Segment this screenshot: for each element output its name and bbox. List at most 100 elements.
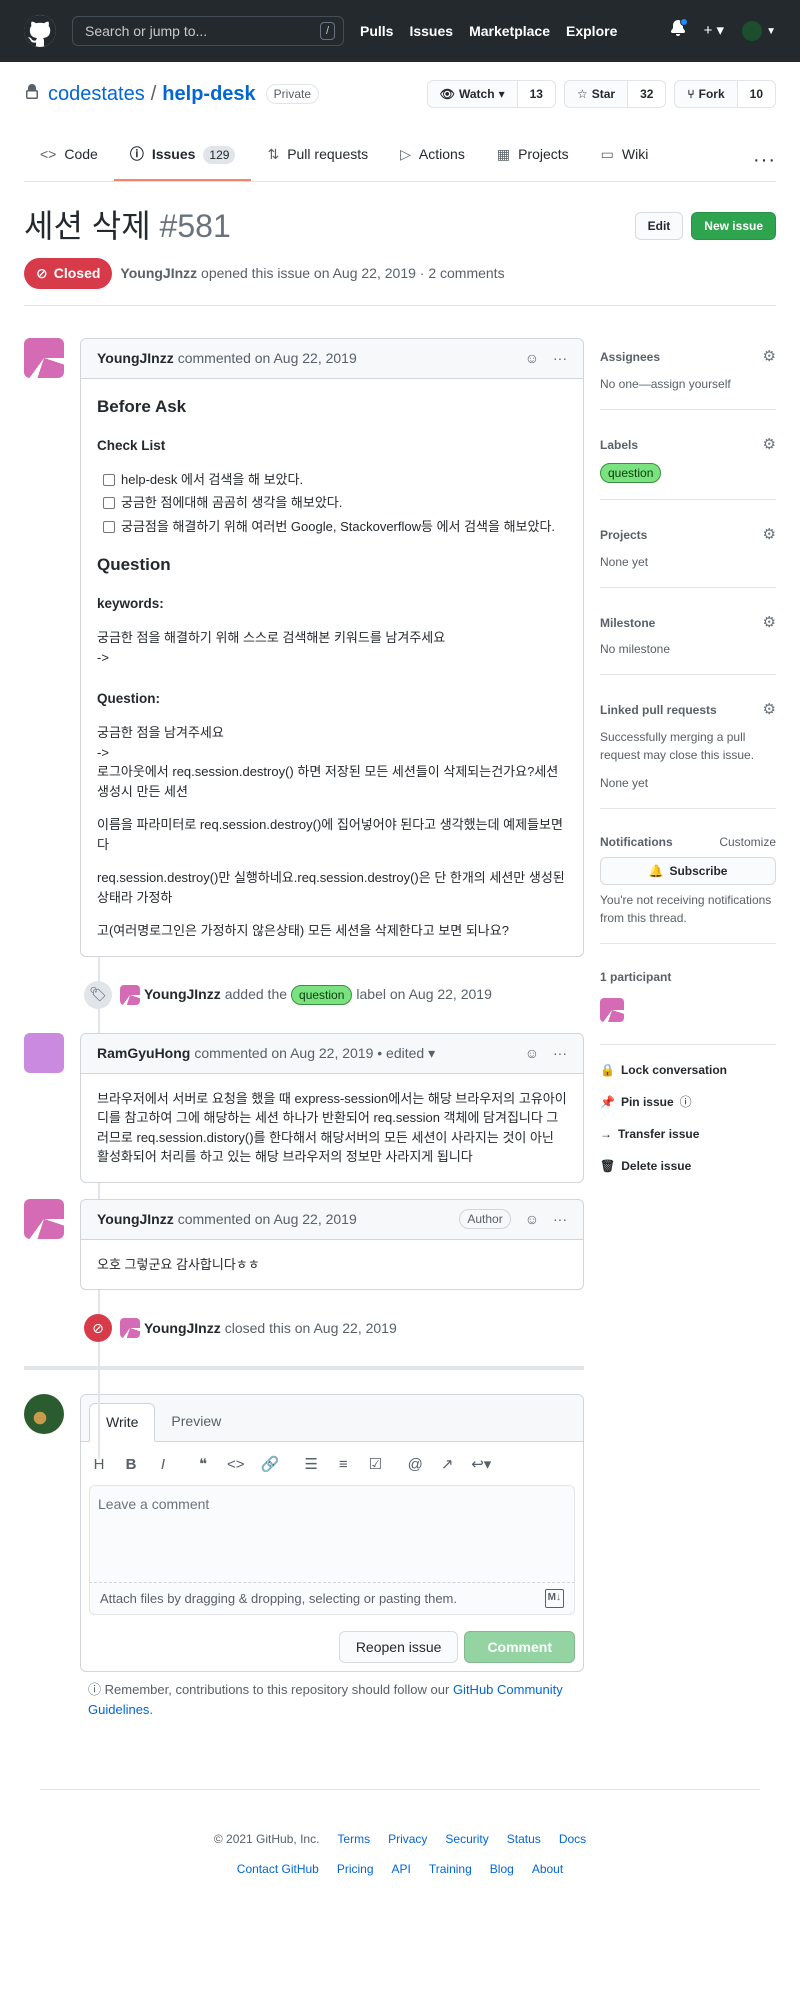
nav-issues[interactable]: Issues: [409, 21, 453, 42]
tab-code[interactable]: <> Code: [24, 144, 114, 181]
footer-link[interactable]: About: [532, 1860, 563, 1878]
avatar[interactable]: [600, 997, 624, 1022]
nav-pulls[interactable]: Pulls: [360, 21, 393, 42]
tab-wiki[interactable]: ▭ Wiki: [585, 144, 665, 181]
italic-icon[interactable]: I: [155, 1454, 171, 1477]
paragraph: 오호 그렇군요 감사합니다ㅎㅎ: [97, 1256, 260, 1272]
issue-author[interactable]: YoungJInzz: [120, 263, 197, 284]
tab-projects[interactable]: ▦ Projects: [481, 144, 585, 181]
gear-icon[interactable]: ⚙: [763, 524, 776, 547]
more-tabs-icon[interactable]: ···: [753, 150, 776, 181]
create-new-dropdown[interactable]: + ▾: [704, 20, 724, 43]
code-icon[interactable]: <>: [227, 1454, 245, 1477]
question-label[interactable]: question: [600, 463, 662, 483]
fork-count[interactable]: 10: [737, 80, 776, 108]
gear-icon[interactable]: ⚙: [763, 699, 776, 722]
avatar[interactable]: [24, 1198, 64, 1239]
tab-issues[interactable]: ⓘ Issues 129: [113, 144, 252, 181]
comment-author[interactable]: RamGyuHong: [97, 1043, 190, 1064]
assign-yourself-link[interactable]: No one—assign yourself: [600, 375, 776, 393]
comment-meta[interactable]: commented on Aug 22, 2019: [178, 348, 357, 369]
tab-actions[interactable]: ▷ Actions: [384, 144, 481, 181]
subscribe-button[interactable]: 🔔 Subscribe: [600, 856, 776, 885]
kebab-icon[interactable]: ···: [553, 1209, 567, 1230]
repo-owner-link[interactable]: codestates: [48, 79, 145, 109]
footer-link[interactable]: Security: [445, 1830, 488, 1848]
comment-author[interactable]: YoungJInzz: [97, 1209, 174, 1230]
gear-icon[interactable]: ⚙: [763, 346, 776, 369]
user-menu[interactable]: ▼: [742, 21, 776, 41]
footer-link[interactable]: Training: [429, 1860, 472, 1878]
checkbox[interactable]: [103, 473, 115, 486]
smiley-icon[interactable]: ☺: [525, 1043, 539, 1064]
reply-icon[interactable]: ↩▾: [471, 1454, 491, 1477]
question-label[interactable]: question: [291, 984, 353, 1005]
footer-link[interactable]: Terms: [337, 1830, 370, 1848]
issue-main: 세션 삭제 #581 Edit New issue ⊘ Closed YoungJ…: [0, 182, 800, 1719]
event-actor[interactable]: YoungJInzz: [144, 1318, 221, 1339]
smiley-icon[interactable]: ☺: [525, 1209, 539, 1230]
smiley-icon[interactable]: ☺: [525, 348, 539, 369]
nav-explore[interactable]: Explore: [566, 21, 617, 42]
github-logo-icon[interactable]: [24, 15, 56, 47]
delete-issue-link[interactable]: 🗑 Delete issue: [600, 1157, 776, 1175]
bold-icon[interactable]: B: [123, 1454, 139, 1477]
info-icon: ⓘ: [88, 1682, 102, 1698]
comment-textarea[interactable]: Leave a comment: [89, 1484, 575, 1583]
comment-author[interactable]: YoungJInzz: [97, 348, 174, 369]
task-list-icon[interactable]: ☑: [367, 1454, 383, 1477]
event-actor[interactable]: YoungJInzz: [144, 984, 221, 1005]
markdown-icon[interactable]: M↓: [544, 1588, 564, 1609]
tab-pull-requests[interactable]: ⇅ Pull requests: [251, 144, 384, 181]
new-issue-button[interactable]: New issue: [691, 212, 776, 240]
reopen-issue-button[interactable]: Reopen issue: [338, 1631, 459, 1664]
sidebar-notifications: Notifications Customize 🔔 Subscribe You're…: [600, 825, 776, 944]
comment-meta[interactable]: commented on Aug 22, 2019: [178, 1209, 357, 1230]
comment-header: YoungJInzz commented on Aug 22, 2019 Aut…: [81, 1199, 583, 1240]
link-icon[interactable]: 🔗: [261, 1454, 280, 1477]
kebab-icon[interactable]: ···: [553, 348, 567, 369]
checkbox[interactable]: [103, 520, 115, 533]
customize-link[interactable]: Customize: [719, 833, 776, 851]
transfer-issue-link[interactable]: → Transfer issue: [600, 1125, 776, 1143]
star-count[interactable]: 32: [628, 80, 667, 108]
pin-issue-link[interactable]: 📌 Pin issue ⓘ: [600, 1093, 776, 1111]
sidebar-heading: Milestone: [600, 615, 656, 630]
lock-conversation-link[interactable]: 🔒 Lock conversation: [600, 1061, 776, 1079]
footer-link[interactable]: Contact GitHub: [237, 1860, 319, 1878]
mention-icon[interactable]: @: [407, 1454, 423, 1477]
footer-link[interactable]: API: [392, 1860, 411, 1878]
avatar[interactable]: [120, 1318, 140, 1339]
comment-meta[interactable]: commented on Aug 22, 2019 • edited ▾: [194, 1043, 435, 1064]
attach-files-bar[interactable]: Attach files by dragging & dropping, sel…: [89, 1582, 575, 1616]
footer-link[interactable]: Status: [507, 1830, 541, 1848]
avatar[interactable]: [24, 1032, 64, 1073]
repo-name-link[interactable]: help-desk: [162, 79, 255, 109]
kebab-icon[interactable]: ···: [553, 1043, 567, 1064]
gear-icon[interactable]: ⚙: [763, 612, 776, 635]
gear-icon[interactable]: ⚙: [763, 434, 776, 457]
star-button[interactable]: ☆ Star: [563, 80, 629, 108]
bell-icon[interactable]: [670, 18, 688, 42]
nav-marketplace[interactable]: Marketplace: [469, 21, 550, 42]
comment-button[interactable]: Comment: [464, 1631, 575, 1664]
fork-button[interactable]: ⑂ Fork: [674, 80, 738, 108]
footer-link[interactable]: Docs: [559, 1830, 586, 1848]
footer-link[interactable]: Privacy: [388, 1830, 427, 1848]
quote-icon[interactable]: ❝: [195, 1454, 211, 1477]
numbered-list-icon[interactable]: ≡: [335, 1454, 351, 1477]
note-text: Remember, contributions to this reposito…: [104, 1682, 450, 1698]
avatar[interactable]: [120, 984, 140, 1005]
edit-button[interactable]: Edit: [634, 212, 684, 240]
reference-icon[interactable]: ↗: [439, 1454, 455, 1477]
footer-link[interactable]: Pricing: [337, 1860, 374, 1878]
checkbox[interactable]: [103, 497, 115, 509]
watch-count[interactable]: 13: [517, 80, 556, 108]
avatar[interactable]: [24, 1394, 64, 1435]
bullet-list-icon[interactable]: ☰: [303, 1454, 319, 1477]
watch-button[interactable]: 👁 Watch ▾: [426, 80, 518, 108]
tab-preview[interactable]: Preview: [155, 1403, 237, 1441]
search-input[interactable]: Search or jump to... /: [72, 16, 344, 46]
footer-link[interactable]: Blog: [490, 1860, 514, 1878]
avatar[interactable]: [24, 338, 64, 378]
